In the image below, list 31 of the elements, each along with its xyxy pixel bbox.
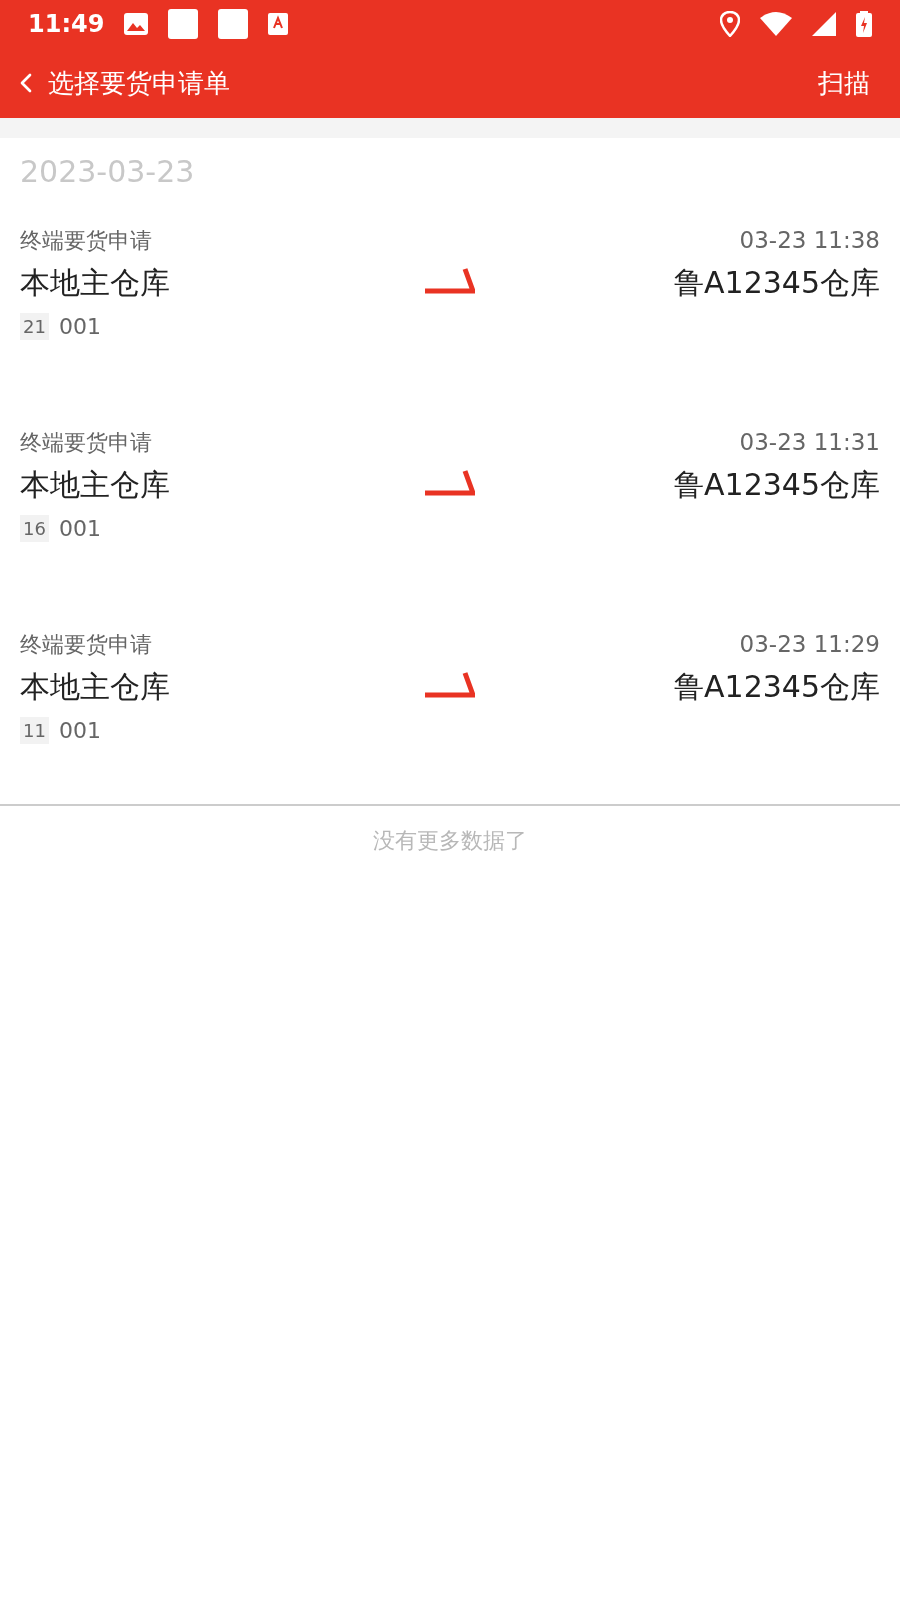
order-card[interactable]: 终端要货申请 03-23 11:31 本地主仓库 鲁A12345仓库 16 001 bbox=[20, 394, 880, 596]
target-warehouse: 鲁A12345仓库 bbox=[673, 667, 880, 706]
wifi-icon bbox=[760, 12, 792, 36]
target-warehouse: 鲁A12345仓库 bbox=[673, 465, 880, 504]
order-type: 终端要货申请 bbox=[20, 630, 152, 659]
order-code: 001 bbox=[58, 716, 101, 745]
item-count: 11 bbox=[20, 716, 49, 744]
page-title: 选择要货申请单 bbox=[48, 66, 230, 100]
battery-icon bbox=[856, 11, 872, 37]
image-icon bbox=[124, 13, 149, 35]
order-time: 03-23 11:31 bbox=[739, 427, 880, 457]
scan-button[interactable]: 扫描 bbox=[818, 63, 870, 103]
document-icon bbox=[268, 13, 289, 35]
order-time: 03-23 11:38 bbox=[739, 225, 880, 255]
order-type: 终端要货申请 bbox=[20, 428, 152, 457]
source-warehouse: 本地主仓库 bbox=[20, 667, 171, 706]
source-warehouse: 本地主仓库 bbox=[20, 263, 171, 302]
location-icon bbox=[720, 11, 740, 37]
order-code: 001 bbox=[58, 312, 101, 341]
order-card[interactable]: 终端要货申请 03-23 11:38 本地主仓库 鲁A12345仓库 21 001 bbox=[20, 192, 880, 394]
item-count: 16 bbox=[20, 514, 49, 542]
status-time: 11:49 bbox=[28, 9, 105, 40]
no-more-data: 没有更多数据了 bbox=[373, 827, 527, 855]
order-type: 终端要货申请 bbox=[20, 226, 152, 255]
item-count: 21 bbox=[20, 312, 49, 340]
target-warehouse: 鲁A12345仓库 bbox=[673, 263, 880, 302]
order-time: 03-23 11:29 bbox=[739, 629, 880, 659]
source-warehouse: 本地主仓库 bbox=[20, 465, 171, 504]
signal-icon bbox=[812, 12, 836, 36]
order-card[interactable]: 终端要货申请 03-23 11:29 本地主仓库 鲁A12345仓库 11 001 bbox=[20, 596, 880, 798]
order-code: 001 bbox=[58, 514, 101, 543]
